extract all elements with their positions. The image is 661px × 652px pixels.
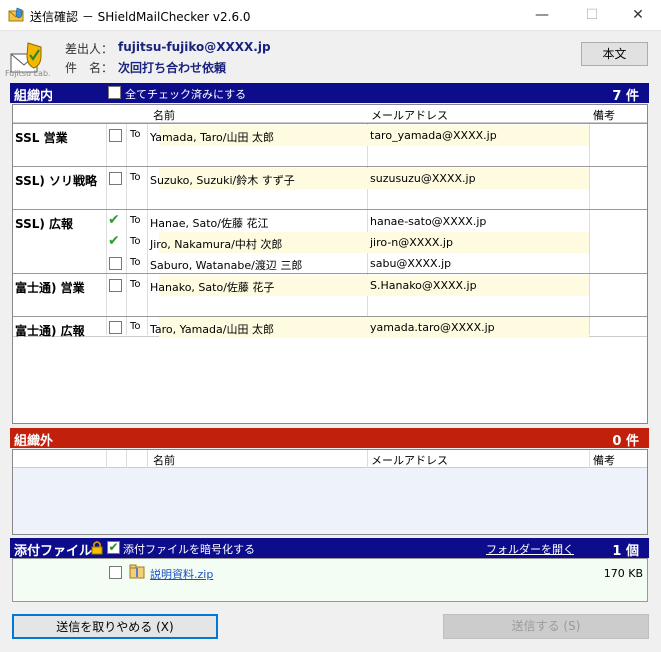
table-row[interactable]: ✔ To Jiro, Nakamura/中村 次郎 jiro-n@XXXX.jp (13, 232, 647, 253)
minimize-button[interactable]: — (519, 0, 565, 31)
recipient-type: To (130, 129, 141, 140)
recipient-name: Jiro, Nakamura/中村 次郎 (150, 238, 283, 251)
recipient-name: Hanae, Sato/佐藤 花江 (150, 217, 269, 230)
recipient-email: hanae-sato@XXXX.jp (370, 215, 487, 228)
sender-label: 差出人： (65, 42, 114, 56)
recipient-type: To (130, 215, 141, 226)
group-ssl-strategy: SSL) ソリ戦略 To Suzuko, Suzuki/鈴木 すず子 suzus… (13, 166, 647, 208)
table-row[interactable]: To Hanako, Sato/佐藤 花子 S.Hanako@XXXX.jp (13, 275, 647, 296)
recipient-name: Suzuko, Suzuki/鈴木 すず子 (150, 174, 295, 187)
internal-title: 組織内 (14, 89, 54, 104)
body-button[interactable]: 本文 (581, 42, 648, 66)
file-size: 170 KB (603, 567, 643, 580)
external-section-bar: 組織外 0 件 (10, 428, 649, 449)
encrypt-label[interactable]: 添付ファイルを暗号化する (123, 541, 255, 557)
recipient-type: To (130, 321, 141, 332)
list-item[interactable]: 説明資料.zip 170 KB (13, 559, 649, 582)
checked-checkmark-icon[interactable]: ✔ (108, 212, 120, 228)
col-note-header[interactable]: 備考 (593, 107, 615, 123)
attachment-section-bar: 添付ファイル ✔ 添付ファイルを暗号化する フォルダーを開く 1 個 (10, 538, 649, 559)
recipient-name: Yamada, Taro/山田 太郎 (150, 131, 274, 144)
table-row[interactable]: To Saburo, Watanabe/渡辺 三郎 sabu@XXXX.jp (13, 253, 647, 274)
recipient-email: taro_yamada@XXXX.jp (370, 129, 497, 142)
encrypt-checkbox[interactable]: ✔ (107, 541, 120, 554)
table-row[interactable]: To Suzuko, Suzuki/鈴木 すず子 suzusuzu@XXXX.j… (13, 168, 647, 189)
zip-file-icon (129, 564, 145, 579)
external-column-header: 名前 メールアドレス 備考 (13, 450, 647, 468)
logo-caption: Fujitsu Lab. (5, 69, 51, 78)
header: Fujitsu Lab. 差出人： fujitsu-fujiko@XXXX.jp… (0, 31, 661, 83)
row-checkbox[interactable] (109, 257, 122, 270)
row-checkbox[interactable] (109, 129, 122, 142)
group-fujitsu-pr: 富士通) 広報 To Taro, Yamada/山田 太郎 yamada.tar… (13, 316, 647, 338)
title-bar: 送信確認 － SHieldMailChecker v2.6.0 — ☐ ✕ (0, 0, 661, 31)
internal-recipient-list[interactable]: 名前 メールアドレス 備考 SSL 営業 To Yamada, Taro/山田 … (12, 104, 648, 424)
row-checkbox[interactable] (109, 279, 122, 292)
external-count: 0 件 (612, 434, 639, 449)
group-ssl-sales: SSL 営業 To Yamada, Taro/山田 太郎 taro_yamada… (13, 123, 647, 165)
row-checkbox[interactable] (109, 321, 122, 334)
row-checkbox[interactable] (109, 172, 122, 185)
recipient-email: S.Hanako@XXXX.jp (370, 279, 477, 292)
recipient-email: sabu@XXXX.jp (370, 257, 452, 270)
col-email-header[interactable]: メールアドレス (371, 107, 448, 123)
recipient-type: To (130, 279, 141, 290)
cancel-send-button[interactable]: 送信を取りやめる (X) (12, 614, 218, 639)
table-row[interactable]: To Yamada, Taro/山田 太郎 taro_yamada@XXXX.j… (13, 125, 647, 146)
col-name-header[interactable]: 名前 (153, 107, 175, 123)
attachment-title: 添付ファイル (14, 544, 93, 559)
checked-checkmark-icon[interactable]: ✔ (108, 233, 120, 249)
col-name-header[interactable]: 名前 (153, 452, 175, 468)
maximize-button[interactable]: ☐ (569, 0, 615, 31)
recipient-type: To (130, 236, 141, 247)
sender-value: fujitsu-fujiko@XXXX.jp (118, 40, 271, 54)
recipient-email: suzusuzu@XXXX.jp (370, 172, 476, 185)
send-button[interactable]: 送信する (S) (443, 614, 649, 639)
recipient-name: Hanako, Sato/佐藤 花子 (150, 281, 275, 294)
open-folder-link[interactable]: フォルダーを開く (486, 541, 574, 557)
external-recipient-list[interactable]: 名前 メールアドレス 備考 (12, 449, 648, 535)
table-row[interactable]: ✔ To Hanae, Sato/佐藤 花江 hanae-sato@XXXX.j… (13, 211, 647, 232)
recipient-type: To (130, 257, 141, 268)
col-email-header[interactable]: メールアドレス (371, 452, 448, 468)
table-row[interactable]: To Taro, Yamada/山田 太郎 yamada.taro@XXXX.j… (13, 317, 647, 338)
attachment-count: 1 個 (612, 544, 639, 559)
check-all-label[interactable]: 全てチェック済みにする (125, 86, 246, 102)
file-checkbox[interactable] (109, 566, 122, 579)
recipient-email: jiro-n@XXXX.jp (370, 236, 453, 249)
external-title: 組織外 (14, 434, 54, 449)
internal-column-header: 名前 メールアドレス 備考 (13, 105, 647, 123)
recipient-name: Saburo, Watanabe/渡辺 三郎 (150, 259, 303, 272)
recipient-name: Taro, Yamada/山田 太郎 (150, 323, 274, 336)
window-title: 送信確認 － SHieldMailChecker v2.6.0 (30, 10, 251, 24)
group-ssl-pr: SSL) 広報 ✔ To Hanae, Sato/佐藤 花江 hanae-sat… (13, 209, 647, 274)
internal-count: 7 件 (612, 89, 639, 104)
subject-label: 件 名： (65, 61, 114, 75)
check-all-checkbox[interactable] (108, 86, 121, 99)
recipient-email: yamada.taro@XXXX.jp (370, 321, 495, 334)
close-button[interactable]: ✕ (615, 0, 661, 31)
app-icon (8, 7, 24, 22)
subject-value: 次回打ち合わせ依頼 (118, 61, 227, 75)
file-name-link[interactable]: 説明資料.zip (150, 566, 213, 582)
col-note-header[interactable]: 備考 (593, 452, 615, 468)
group-fujitsu-sales: 富士通) 営業 To Hanako, Sato/佐藤 花子 S.Hanako@X… (13, 273, 647, 315)
lock-icon (91, 541, 103, 555)
attachment-list[interactable]: 説明資料.zip 170 KB (12, 558, 648, 602)
internal-section-bar: 組織内 全てチェック済みにする 7 件 (10, 83, 649, 104)
recipient-type: To (130, 172, 141, 183)
